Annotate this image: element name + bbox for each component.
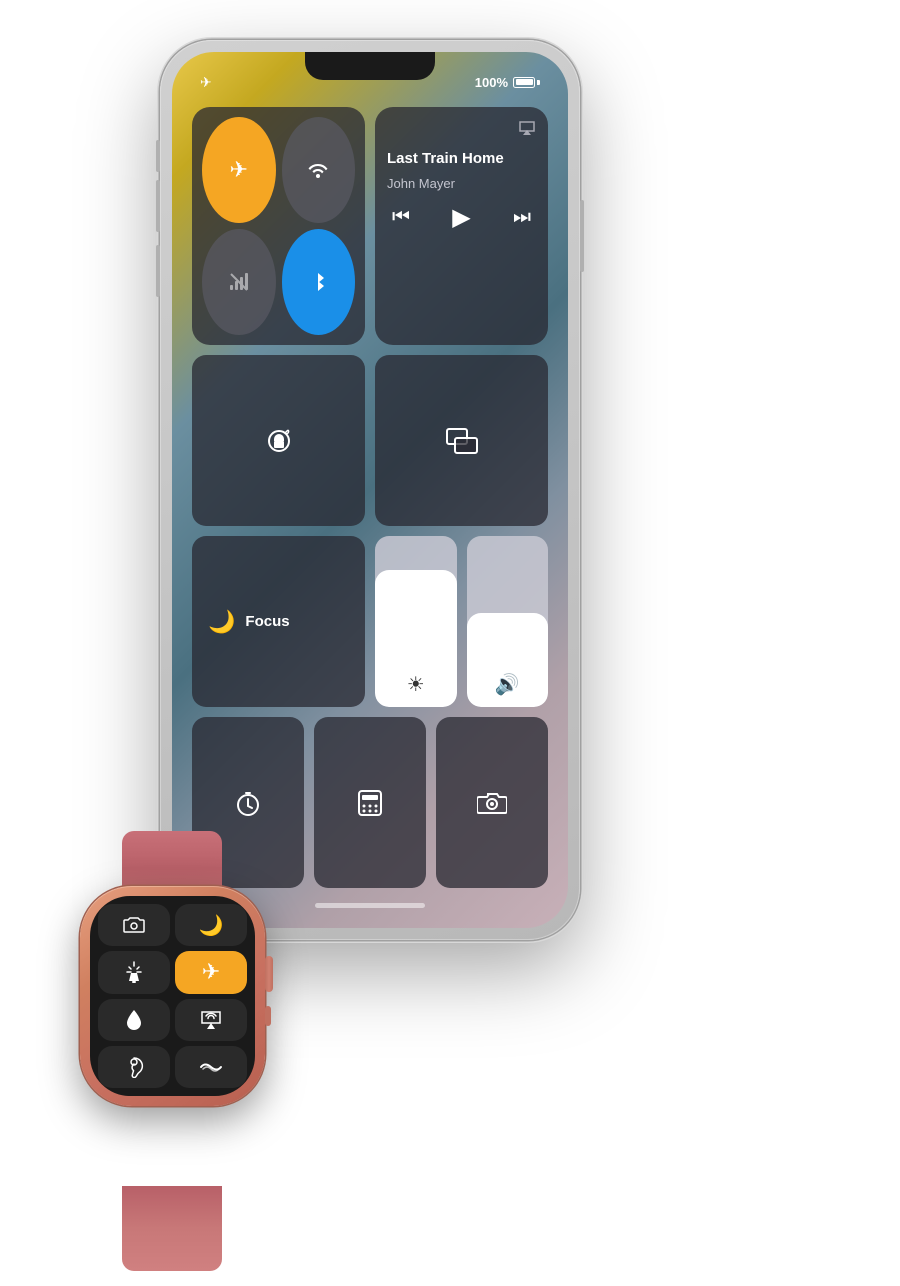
moon-icon: 🌙 (208, 609, 235, 635)
watch-walkie-talkie-button[interactable] (175, 1046, 247, 1088)
rewind-button[interactable]: ⏮ (392, 206, 410, 229)
watch-screen: 🌙 ✈ (90, 896, 255, 1096)
iphone-notch (305, 52, 435, 80)
playback-controls: ⏮ ▶ ⏭ (387, 203, 536, 232)
watch-camera-button[interactable] (98, 904, 170, 946)
focus-label: Focus (245, 613, 289, 630)
watch-hearing-button[interactable] (98, 1046, 170, 1088)
screen-mirror-button[interactable] (375, 355, 548, 526)
watch-crown[interactable] (265, 956, 273, 992)
watch-airplane-button[interactable]: ✈ (175, 951, 247, 993)
status-right: 100% (475, 75, 540, 90)
play-pause-button[interactable]: ▶ (452, 203, 470, 232)
scene: ✈ 100% ✈ (0, 0, 900, 1286)
volume-slider[interactable]: 🔊 (467, 536, 549, 707)
battery-icon (513, 77, 540, 88)
airplay-icon[interactable] (518, 119, 536, 142)
bottom-row (192, 717, 548, 888)
watch-body: 🌙 ✈ (80, 886, 265, 1106)
volume-up-button[interactable] (156, 180, 160, 232)
watch-sleep-button[interactable]: 🌙 (175, 904, 247, 946)
volume-icon: 🔊 (495, 672, 520, 707)
power-button[interactable] (580, 200, 584, 272)
iphone: ✈ 100% ✈ (160, 40, 580, 940)
airplane-mode-status-icon: ✈ (200, 74, 212, 91)
track-title: Last Train Home (387, 150, 536, 168)
now-playing-widget[interactable]: Last Train Home John Mayer ⏮ ▶ ⏭ (375, 107, 548, 345)
now-playing-header (387, 119, 536, 142)
fast-forward-button[interactable]: ⏭ (513, 206, 531, 229)
row3: 🌙 Focus ☀ 🔊 (192, 536, 548, 707)
battery-percentage: 100% (475, 75, 508, 90)
wifi-button[interactable] (282, 117, 356, 223)
status-left: ✈ (200, 74, 212, 91)
volume-down-button[interactable] (156, 245, 160, 297)
control-center: ✈ (192, 107, 548, 888)
watch-water-lock-button[interactable] (98, 999, 170, 1041)
track-artist: John Mayer (387, 176, 536, 191)
orientation-lock-button[interactable] (192, 355, 365, 526)
bluetooth-button[interactable] (282, 229, 356, 335)
mute-switch[interactable] (156, 140, 160, 172)
cellular-button[interactable] (202, 229, 276, 335)
brightness-slider[interactable]: ☀ (375, 536, 457, 707)
iphone-screen: ✈ 100% ✈ (172, 52, 568, 928)
apple-watch: 🌙 ✈ (80, 886, 360, 1206)
watch-airplay-button[interactable] (175, 999, 247, 1041)
airplane-mode-button[interactable]: ✈ (202, 117, 276, 223)
brightness-icon: ☀ (407, 672, 425, 707)
calculator-button[interactable] (314, 717, 426, 888)
watch-side-button[interactable] (265, 1006, 271, 1026)
sliders-group: ☀ 🔊 (375, 536, 548, 707)
connectivity-group: ✈ (192, 107, 365, 345)
watch-flashlight-button[interactable] (98, 951, 170, 993)
camera-button[interactable] (436, 717, 548, 888)
focus-button[interactable]: 🌙 Focus (192, 536, 365, 707)
